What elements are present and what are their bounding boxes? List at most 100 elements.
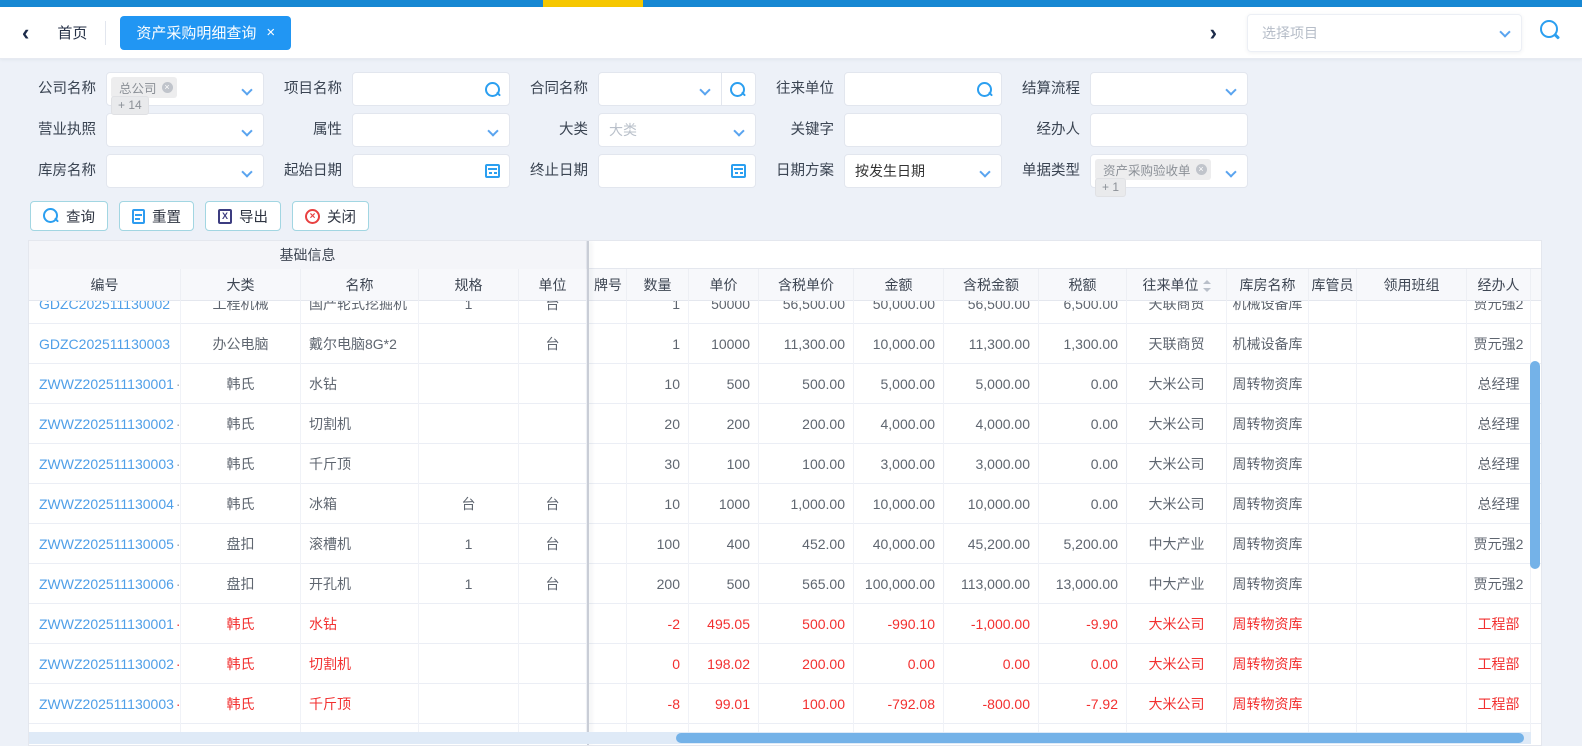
contract-search-button[interactable]: [721, 73, 755, 105]
doc-number-link[interactable]: ZWWZ202511130006 ·: [29, 564, 181, 604]
table-cell: 台: [519, 301, 587, 324]
row-marker-dot: ·: [175, 696, 181, 712]
column-header[interactable]: 单位: [519, 269, 587, 301]
attribute-select[interactable]: [352, 113, 510, 147]
tabs-forward-chevron-icon[interactable]: ›: [1210, 21, 1217, 44]
doc-number-link[interactable]: ZWWZ202511130003 ·: [29, 684, 181, 724]
project-select[interactable]: 选择项目: [1247, 13, 1522, 52]
table-row[interactable]: ZWWZ202511130001 · 韩氏 水钻 -2 495.05 500.00 -990.…: [29, 604, 1541, 644]
frozen-pane-divider[interactable]: [587, 241, 589, 745]
company-name-label: 公司名称: [38, 81, 96, 97]
handler-field[interactable]: [1090, 113, 1248, 147]
column-header[interactable]: 经办人: [1467, 269, 1531, 301]
table-row[interactable]: ZWWZ202511130004 · 韩氏 冰箱台台 10 1000 1,000.00 10,…: [29, 484, 1541, 524]
table-cell: -1,000.00: [944, 604, 1039, 644]
company-tag[interactable]: 总公司 ×: [111, 77, 177, 98]
table-cell: 10,000.00: [944, 484, 1039, 524]
table-cell: 452.00: [759, 524, 854, 564]
doc-number-link[interactable]: GDZC202511130003: [29, 324, 181, 364]
table-row[interactable]: GDZC202511130003 办公电脑 戴尔电脑8G*2 台 1 10000 11,30…: [29, 324, 1541, 364]
business-license-select[interactable]: [106, 113, 264, 147]
vertical-scrollbar-thumb[interactable]: [1530, 361, 1540, 569]
doc-number-link[interactable]: ZWWZ202511130002 ·: [29, 404, 181, 444]
tab-active-asset-purchase-detail-query[interactable]: 资产采购明细查询 ×: [120, 15, 292, 50]
table-row[interactable]: ZWWZ202511130003 · 韩氏 千斤顶 30 100 100.00 3,000.0…: [29, 444, 1541, 484]
table-row[interactable]: ZWWZ202511130006 · 盘扣 开孔机 1 台 200 500 565.00 100,…: [29, 564, 1541, 604]
horizontal-scrollbar-thumb[interactable]: [676, 733, 1524, 743]
table-cell: 500: [689, 364, 759, 404]
table-cell: 周转物资库: [1227, 684, 1309, 724]
column-header[interactable]: 往来单位: [1127, 269, 1227, 301]
end-date-field[interactable]: [598, 154, 756, 188]
column-header[interactable]: 领用班组: [1357, 269, 1467, 301]
settlement-flow-select[interactable]: [1090, 72, 1248, 106]
column-header[interactable]: 含税金额: [944, 269, 1039, 301]
tag-remove-icon[interactable]: ×: [1195, 164, 1207, 175]
doc-type-more-badge[interactable]: + 1: [1095, 178, 1127, 197]
row-marker-dot: ·: [175, 576, 181, 592]
doc-number-link[interactable]: ZWWZ202511130002 ·: [29, 644, 181, 684]
horizontal-scrollbar[interactable]: [29, 732, 1531, 744]
column-header[interactable]: 名称: [301, 269, 419, 301]
table-row[interactable]: ZWWZ202511130001 · 韩氏 水钻 10 500 500.00 5,000.00…: [29, 364, 1541, 404]
table-cell: 3,000.00: [854, 444, 944, 484]
table-cell: 100,000.00: [854, 564, 944, 604]
column-header[interactable]: 编号: [29, 269, 181, 301]
tab-close-icon[interactable]: ×: [266, 25, 275, 40]
column-header[interactable]: 含税单价: [759, 269, 854, 301]
company-more-badge[interactable]: + 14: [111, 96, 149, 115]
column-header[interactable]: 库房名称: [1227, 269, 1309, 301]
column-header[interactable]: 单价: [689, 269, 759, 301]
table-row[interactable]: GDZC202511130002 工程机械 国产轮式挖掘机 1 台 1 50000 56,50…: [29, 301, 1541, 324]
table-cell: [1357, 404, 1467, 444]
doc-type-tag[interactable]: 资产采购验收单 ×: [1095, 159, 1211, 180]
table-row[interactable]: ZWWZ202511130002 · 韩氏 切割机 0 198.02 200.00 0.00 0…: [29, 644, 1541, 684]
tag-remove-icon[interactable]: ×: [161, 82, 173, 93]
close-button[interactable]: × 关闭: [292, 201, 369, 231]
tabs-back-chevron-icon[interactable]: ‹: [22, 21, 29, 44]
table-cell: 1: [419, 564, 519, 604]
keyword-field[interactable]: [844, 113, 1002, 147]
doc-type-multiselect[interactable]: 资产采购验收单 × + 1: [1090, 154, 1248, 197]
company-name-multiselect[interactable]: 总公司 × + 14: [106, 72, 264, 115]
table-cell: 11,300.00: [944, 324, 1039, 364]
contract-name-select[interactable]: [599, 73, 721, 105]
doc-number-link[interactable]: ZWWZ202511130003 ·: [29, 444, 181, 484]
doc-number-link[interactable]: ZWWZ202511130005 ·: [29, 524, 181, 564]
table-cell: [1309, 301, 1357, 324]
export-button[interactable]: X 导出: [205, 201, 281, 231]
date-scheme-select[interactable]: 按发生日期: [844, 154, 1002, 188]
date-scheme-label: 日期方案: [776, 163, 834, 179]
keyword-input[interactable]: [845, 114, 1001, 146]
doc-number-link[interactable]: GDZC202511130002: [29, 301, 181, 324]
doc-number-link[interactable]: ZWWZ202511130001 ·: [29, 364, 181, 404]
column-header[interactable]: 大类: [181, 269, 301, 301]
tab-home[interactable]: 首页: [57, 22, 87, 43]
sort-icon[interactable]: [1202, 280, 1211, 293]
chevron-down-icon: [733, 125, 745, 137]
query-button[interactable]: 查询: [30, 201, 108, 231]
global-search-button[interactable]: [1540, 20, 1560, 45]
doc-number-link[interactable]: ZWWZ202511130001 ·: [29, 604, 181, 644]
counterparty-field[interactable]: [844, 72, 1002, 106]
table-cell: 周转物资库: [1227, 644, 1309, 684]
table-cell: 40,000.00: [854, 524, 944, 564]
reset-button[interactable]: 重置: [119, 201, 194, 231]
table-cell: [419, 684, 519, 724]
table-row[interactable]: ZWWZ202511130003 · 韩氏 千斤顶 -8 99.01 100.00 -792.…: [29, 684, 1541, 724]
column-header[interactable]: 牌号: [587, 269, 627, 301]
table-row[interactable]: ZWWZ202511130002 · 韩氏 切割机 20 200 200.00 4,000.0…: [29, 404, 1541, 444]
table-cell: 周转物资库: [1227, 444, 1309, 484]
handler-input[interactable]: [1091, 114, 1247, 146]
start-date-field[interactable]: [352, 154, 510, 188]
category-select[interactable]: 大类: [598, 113, 756, 147]
column-header[interactable]: 数量: [627, 269, 689, 301]
table-row[interactable]: ZWWZ202511130005 · 盘扣 滚槽机 1 台 100 400 452.00 40,0…: [29, 524, 1541, 564]
warehouse-name-select[interactable]: [106, 154, 264, 188]
doc-number-link[interactable]: ZWWZ202511130004 ·: [29, 484, 181, 524]
column-header[interactable]: 库管员: [1309, 269, 1357, 301]
project-name-field[interactable]: [352, 72, 510, 106]
column-header[interactable]: 金额: [854, 269, 944, 301]
column-header[interactable]: 税额: [1039, 269, 1127, 301]
column-header[interactable]: 规格: [419, 269, 519, 301]
